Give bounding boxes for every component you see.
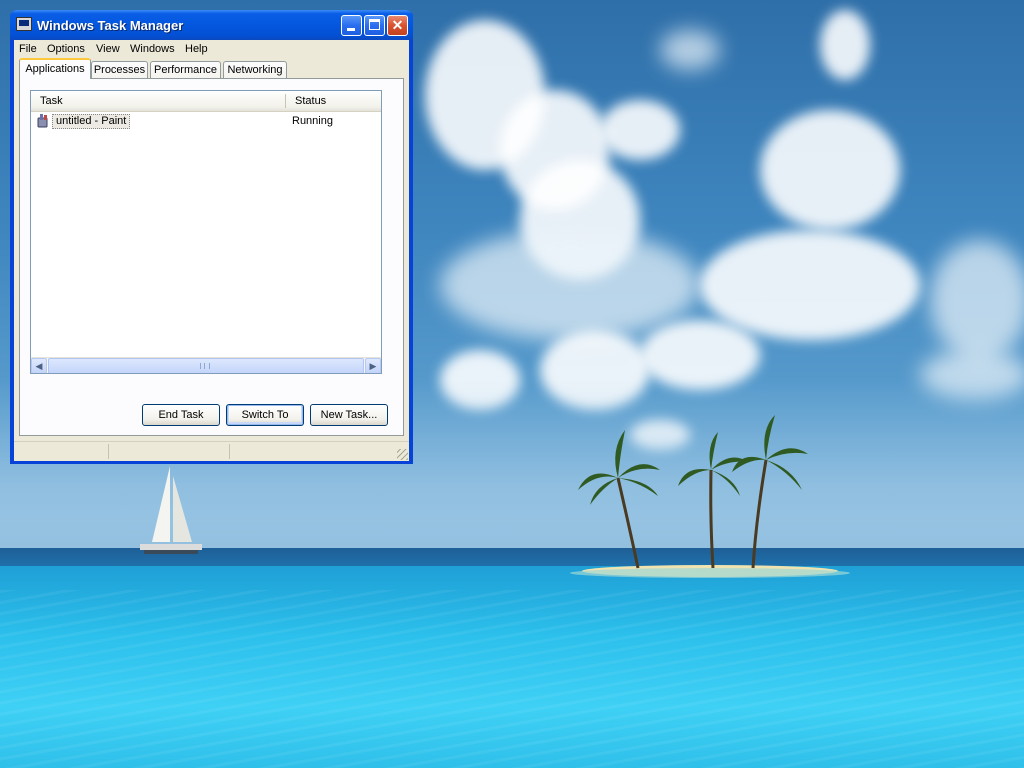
menu-file[interactable]: File bbox=[19, 43, 37, 55]
column-header-task[interactable]: Task bbox=[40, 95, 63, 107]
end-task-button[interactable]: End Task bbox=[142, 404, 220, 426]
menu-options[interactable]: Options bbox=[47, 43, 85, 55]
scroll-thumb[interactable] bbox=[48, 358, 364, 373]
sailboat bbox=[140, 466, 202, 554]
title-bar[interactable]: Windows Task Manager ✕ bbox=[10, 10, 413, 40]
task-status: Running bbox=[292, 115, 333, 127]
menu-help[interactable]: Help bbox=[185, 43, 208, 55]
column-divider[interactable] bbox=[285, 94, 286, 108]
window-client-area: File Options View Windows Help Applicati… bbox=[14, 40, 409, 461]
scroll-right-button[interactable]: ▶ bbox=[365, 358, 381, 373]
tab-networking[interactable]: Networking bbox=[223, 61, 287, 79]
window-title: Windows Task Manager bbox=[37, 18, 184, 33]
switch-to-button[interactable]: Switch To bbox=[226, 404, 304, 426]
paint-app-icon bbox=[37, 114, 48, 128]
status-bar bbox=[14, 441, 409, 461]
close-icon: ✕ bbox=[391, 17, 404, 33]
menu-windows[interactable]: Windows bbox=[130, 43, 175, 55]
resize-grip-icon[interactable] bbox=[397, 449, 408, 460]
scroll-grip-icon bbox=[200, 363, 210, 369]
minimize-icon bbox=[347, 28, 355, 31]
horizontal-scrollbar[interactable]: ◀ ▶ bbox=[31, 357, 381, 373]
minimize-button[interactable] bbox=[341, 15, 362, 36]
task-row[interactable]: untitled - Paint Running bbox=[35, 113, 379, 130]
task-list[interactable]: Task Status untitled - Paint Running ◀ ▶ bbox=[30, 90, 382, 374]
tab-applications[interactable]: Applications bbox=[19, 58, 91, 79]
tab-performance[interactable]: Performance bbox=[150, 61, 221, 79]
column-header-status[interactable]: Status bbox=[295, 95, 326, 107]
task-name: untitled - Paint bbox=[52, 114, 131, 129]
status-pane-processes bbox=[14, 444, 109, 459]
task-manager-icon bbox=[16, 17, 32, 31]
maximize-button[interactable] bbox=[364, 15, 385, 36]
menu-view[interactable]: View bbox=[96, 43, 120, 55]
scroll-left-button[interactable]: ◀ bbox=[31, 358, 47, 373]
maximize-icon bbox=[369, 19, 380, 30]
close-button[interactable]: ✕ bbox=[387, 15, 408, 36]
task-manager-window: Windows Task Manager ✕ File Options View… bbox=[10, 10, 413, 464]
status-pane-commit bbox=[231, 444, 391, 459]
island-palms bbox=[570, 415, 850, 578]
new-task-button[interactable]: New Task... bbox=[310, 404, 388, 426]
status-pane-cpu bbox=[110, 444, 230, 459]
task-list-header: Task Status bbox=[31, 91, 381, 112]
tab-strip: Applications Processes Performance Netwo… bbox=[14, 58, 409, 79]
tab-processes[interactable]: Processes bbox=[91, 61, 148, 79]
menu-bar: File Options View Windows Help bbox=[14, 40, 409, 58]
